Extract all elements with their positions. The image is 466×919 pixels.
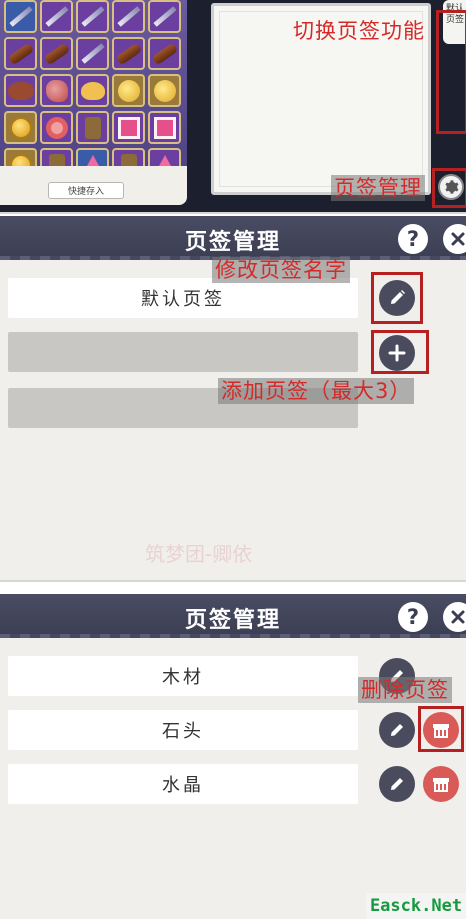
- annotation-switch-tab: 切换页签功能: [293, 19, 425, 43]
- log-icon: [150, 41, 179, 66]
- inventory-slot[interactable]: [40, 0, 73, 33]
- inventory-slot[interactable]: [148, 0, 181, 33]
- watermark-text: 筑梦团-卿依: [145, 542, 253, 566]
- staff-icon: [152, 6, 177, 27]
- inventory-slot[interactable]: [40, 37, 73, 70]
- inventory-slot[interactable]: [112, 111, 145, 144]
- help-button[interactable]: ?: [398, 224, 428, 254]
- side-tab-default[interactable]: 默认页签: [443, 0, 466, 44]
- staff-icon: [116, 6, 141, 27]
- inventory-slot[interactable]: [4, 0, 37, 33]
- plus-icon: [388, 344, 406, 362]
- inventory-slot[interactable]: [76, 74, 109, 107]
- tag-manage-panel-custom: 页签管理 ? 木材 石头 水晶 删除页签: [0, 594, 466, 919]
- panel-title: 页签管理: [184, 608, 281, 633]
- tag-row-default[interactable]: 默认页签: [8, 278, 358, 318]
- coin-icon: [9, 116, 32, 139]
- bow-icon: [44, 6, 69, 27]
- close-button[interactable]: [443, 602, 466, 632]
- inventory-slot[interactable]: [76, 111, 109, 144]
- staff-icon: [80, 6, 105, 27]
- annotation-add: 添加页签（最大3）: [218, 378, 415, 404]
- help-button[interactable]: ?: [398, 602, 428, 632]
- inventory-slot[interactable]: [4, 74, 37, 107]
- rename-tag-button[interactable]: [379, 712, 415, 748]
- help-icon: ?: [406, 605, 420, 629]
- gift-icon: [153, 116, 176, 139]
- divider: [0, 580, 466, 582]
- inventory-slot[interactable]: [76, 0, 109, 33]
- gear-icon: [445, 180, 459, 194]
- tag-row-stone[interactable]: 石头: [8, 710, 358, 750]
- inventory-slot[interactable]: [76, 37, 109, 70]
- close-button[interactable]: [443, 224, 466, 254]
- delete-tag-button[interactable]: [423, 712, 459, 748]
- page: 快捷存入 默认页签 切换页签功能 页签管理 页签管理 ? 默认页签 修改页签名字…: [0, 0, 466, 919]
- inventory-slot[interactable]: [112, 0, 145, 33]
- inventory-slot[interactable]: [4, 111, 37, 144]
- delete-tag-button[interactable]: [423, 766, 459, 802]
- beast-icon: [7, 81, 34, 100]
- close-icon: [451, 232, 465, 246]
- inventory-panel: 快捷存入: [0, 0, 187, 205]
- annotation-rename: 修改页签名字: [212, 257, 350, 283]
- cannon-icon: [6, 41, 35, 66]
- tag-manage-button[interactable]: [438, 174, 464, 200]
- pencil-icon: [391, 290, 405, 304]
- rename-tag-button[interactable]: [379, 280, 415, 316]
- rename-tag-button[interactable]: [379, 766, 415, 802]
- panel-header: 页签管理 ?: [0, 216, 466, 260]
- panel-header: 页签管理 ?: [0, 594, 466, 638]
- rock-icon: [45, 79, 68, 102]
- panel-title: 页签管理: [184, 230, 281, 255]
- tag-row-crystal[interactable]: 水晶: [8, 764, 358, 804]
- inventory-screen: 快捷存入 默认页签 切换页签功能 页签管理: [0, 0, 466, 212]
- close-icon: [451, 610, 465, 624]
- trash-icon: [433, 724, 449, 738]
- pencil-icon: [391, 724, 403, 736]
- site-watermark: Easck.Net: [366, 893, 466, 919]
- inventory-slot[interactable]: [40, 74, 73, 107]
- inventory-slot[interactable]: [148, 111, 181, 144]
- add-tag-button[interactable]: [379, 335, 415, 371]
- gun-icon: [42, 41, 71, 66]
- inventory-grid: [4, 0, 184, 181]
- trash-icon: [433, 778, 449, 792]
- help-icon: ?: [406, 227, 420, 251]
- inventory-slot[interactable]: [148, 74, 181, 107]
- tag-manage-panel-default: 页签管理 ? 默认页签 修改页签名字 添加页签（最大3） 筑梦团-卿依: [0, 216, 466, 580]
- pencil-icon: [391, 778, 403, 790]
- cloud-icon: [80, 81, 105, 100]
- inventory-slot[interactable]: [148, 37, 181, 70]
- ring-icon: [45, 116, 68, 139]
- annotation-tag-manage: 页签管理: [331, 175, 425, 201]
- moon-coin-icon: [153, 79, 176, 102]
- inventory-slot[interactable]: [112, 37, 145, 70]
- gift-icon: [117, 116, 140, 139]
- sword-icon: [8, 6, 33, 27]
- quick-store-button[interactable]: 快捷存入: [48, 182, 124, 199]
- moon-coin-icon: [117, 79, 140, 102]
- divider: [0, 212, 466, 214]
- log-icon: [114, 41, 143, 66]
- blaster-icon: [80, 43, 105, 64]
- inventory-slot[interactable]: [112, 74, 145, 107]
- annotation-delete: 删除页签: [358, 677, 452, 703]
- inventory-slot[interactable]: [4, 37, 37, 70]
- tag-row-wood[interactable]: 木材: [8, 656, 358, 696]
- tag-row-empty: [8, 332, 358, 372]
- inventory-slot[interactable]: [40, 111, 73, 144]
- robot-icon: [84, 116, 101, 139]
